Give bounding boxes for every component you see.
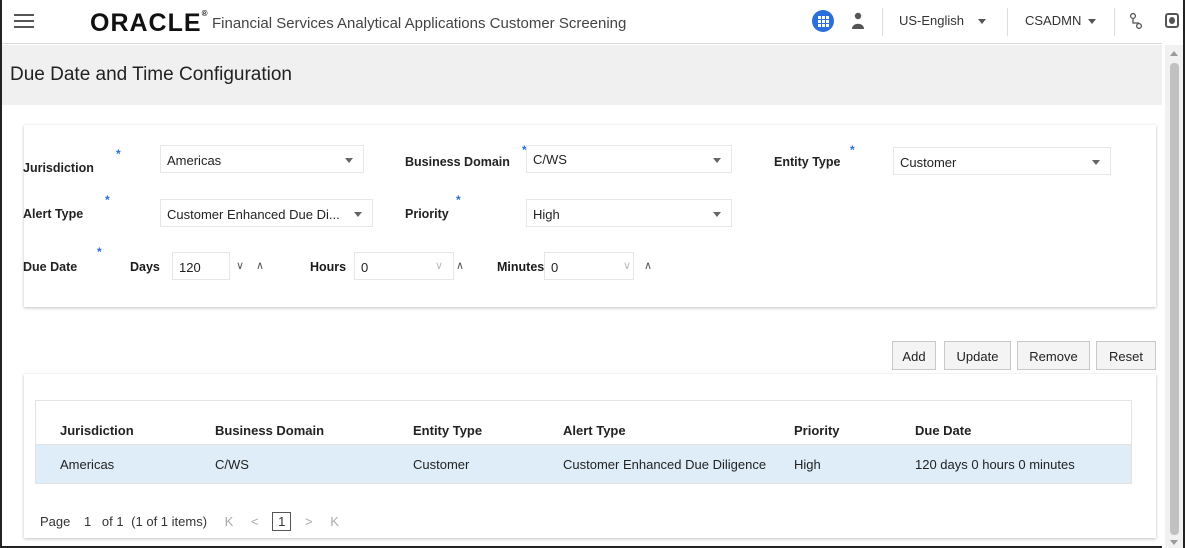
organization-icon[interactable] xyxy=(1129,13,1143,29)
user-icon[interactable] xyxy=(851,12,865,30)
required-marker: * xyxy=(97,245,102,259)
entity-type-label: Entity Type xyxy=(774,155,841,169)
page-header: Due Date and Time Configuration xyxy=(2,45,1162,105)
scroll-up-icon[interactable] xyxy=(1170,51,1178,56)
oracle-logo: ORACLE® xyxy=(90,9,209,37)
priority-select[interactable]: High xyxy=(526,199,732,227)
chevron-down-icon xyxy=(978,19,987,25)
pager-of-text: of 1 xyxy=(101,514,124,529)
column-header-business-domain[interactable]: Business Domain xyxy=(215,423,324,438)
column-header-entity-type[interactable]: Entity Type xyxy=(413,423,482,438)
page-title: Due Date and Time Configuration xyxy=(10,64,292,85)
required-marker: * xyxy=(116,147,121,161)
minutes-increment-icon[interactable]: ∧ xyxy=(644,259,652,272)
column-header-alert-type[interactable]: Alert Type xyxy=(563,423,626,438)
theme-toggle-icon[interactable] xyxy=(1165,13,1179,28)
hamburger-menu-icon[interactable] xyxy=(14,14,34,29)
remove-button[interactable]: Remove xyxy=(1017,341,1090,370)
days-decrement-icon[interactable]: ∨ xyxy=(236,259,244,272)
cell-priority: High xyxy=(794,457,821,472)
due-date-label: Due Date xyxy=(23,260,78,274)
cell-business-domain: C/WS xyxy=(215,457,249,472)
alert-type-label: Alert Type xyxy=(23,207,84,221)
jurisdiction-select[interactable]: Americas xyxy=(160,145,364,173)
cell-jurisdiction: Americas xyxy=(60,457,115,472)
column-header-jurisdiction[interactable]: Jurisdiction xyxy=(60,423,134,438)
hours-label: Hours xyxy=(310,260,347,274)
required-marker: * xyxy=(850,143,855,157)
vertical-scrollbar[interactable] xyxy=(1165,45,1183,548)
page-number-button[interactable]: 1 xyxy=(272,512,292,531)
hours-decrement-icon[interactable]: ∨ xyxy=(435,259,443,272)
hours-increment-icon[interactable]: ∧ xyxy=(456,259,464,272)
chevron-down-icon xyxy=(345,158,353,163)
filter-form: Jurisdiction * Americas Business Domain … xyxy=(23,125,1156,307)
pager-page-label: Page xyxy=(40,514,71,529)
language-dropdown[interactable]: US-English xyxy=(899,13,987,28)
required-marker: * xyxy=(456,193,461,207)
last-page-icon[interactable]: K xyxy=(330,514,339,529)
cell-entity-type: Customer xyxy=(413,457,470,472)
chevron-down-icon xyxy=(1088,19,1097,25)
previous-page-icon[interactable]: < xyxy=(251,514,259,529)
minutes-decrement-icon[interactable]: ∨ xyxy=(623,259,631,272)
app-title: Financial Services Analytical Applicatio… xyxy=(212,15,627,32)
days-input[interactable]: 120 xyxy=(172,252,230,280)
column-header-priority[interactable]: Priority xyxy=(794,423,840,438)
applications-grid-icon[interactable] xyxy=(812,10,834,32)
header-separator xyxy=(1007,8,1008,36)
pagination: Page 1 of 1 (1 of 1 items) K < 1 > K xyxy=(40,512,346,531)
header-separator xyxy=(882,8,883,36)
app-header: ORACLE® Financial Services Analytical Ap… xyxy=(2,0,1179,44)
results-table: Jurisdiction Business Domain Entity Type… xyxy=(35,400,1132,484)
scroll-down-icon[interactable] xyxy=(1170,540,1178,545)
alert-type-select[interactable]: Customer Enhanced Due Di... xyxy=(160,199,373,227)
reset-button[interactable]: Reset xyxy=(1096,341,1156,370)
days-label: Days xyxy=(130,260,160,274)
first-page-icon[interactable]: K xyxy=(225,514,234,529)
results-panel: Jurisdiction Business Domain Entity Type… xyxy=(24,374,1156,538)
cell-due-date: 120 days 0 hours 0 minutes xyxy=(915,457,1075,472)
pager-items-text: (1 of 1 items) xyxy=(131,514,208,529)
pager-page-value: 1 xyxy=(84,514,92,529)
next-page-icon[interactable]: > xyxy=(305,514,313,529)
table-row[interactable]: Americas C/WS Customer Customer Enhanced… xyxy=(36,445,1131,483)
entity-type-select[interactable]: Customer xyxy=(893,147,1111,175)
chevron-down-icon xyxy=(354,212,362,217)
business-domain-label: Business Domain xyxy=(405,155,510,169)
jurisdiction-label: Jurisdiction xyxy=(23,161,94,175)
add-button[interactable]: Add xyxy=(892,341,936,370)
required-marker: * xyxy=(105,193,110,207)
minutes-label: Minutes xyxy=(497,260,545,274)
scrollbar-thumb[interactable] xyxy=(1170,63,1179,535)
business-domain-select[interactable]: C/WS xyxy=(526,145,732,173)
table-header: Jurisdiction Business Domain Entity Type… xyxy=(36,401,1131,445)
days-increment-icon[interactable]: ∧ xyxy=(256,259,264,272)
header-separator xyxy=(1114,8,1115,36)
minutes-input[interactable]: 0 xyxy=(544,252,634,280)
cell-alert-type: Customer Enhanced Due Diligence xyxy=(563,457,767,472)
update-button[interactable]: Update xyxy=(944,341,1011,370)
column-header-due-date[interactable]: Due Date xyxy=(915,423,971,438)
chevron-down-icon xyxy=(713,158,721,163)
user-dropdown[interactable]: CSADMN xyxy=(1025,13,1097,28)
chevron-down-icon xyxy=(1092,160,1100,165)
priority-label: Priority xyxy=(405,207,449,221)
chevron-down-icon xyxy=(713,212,721,217)
